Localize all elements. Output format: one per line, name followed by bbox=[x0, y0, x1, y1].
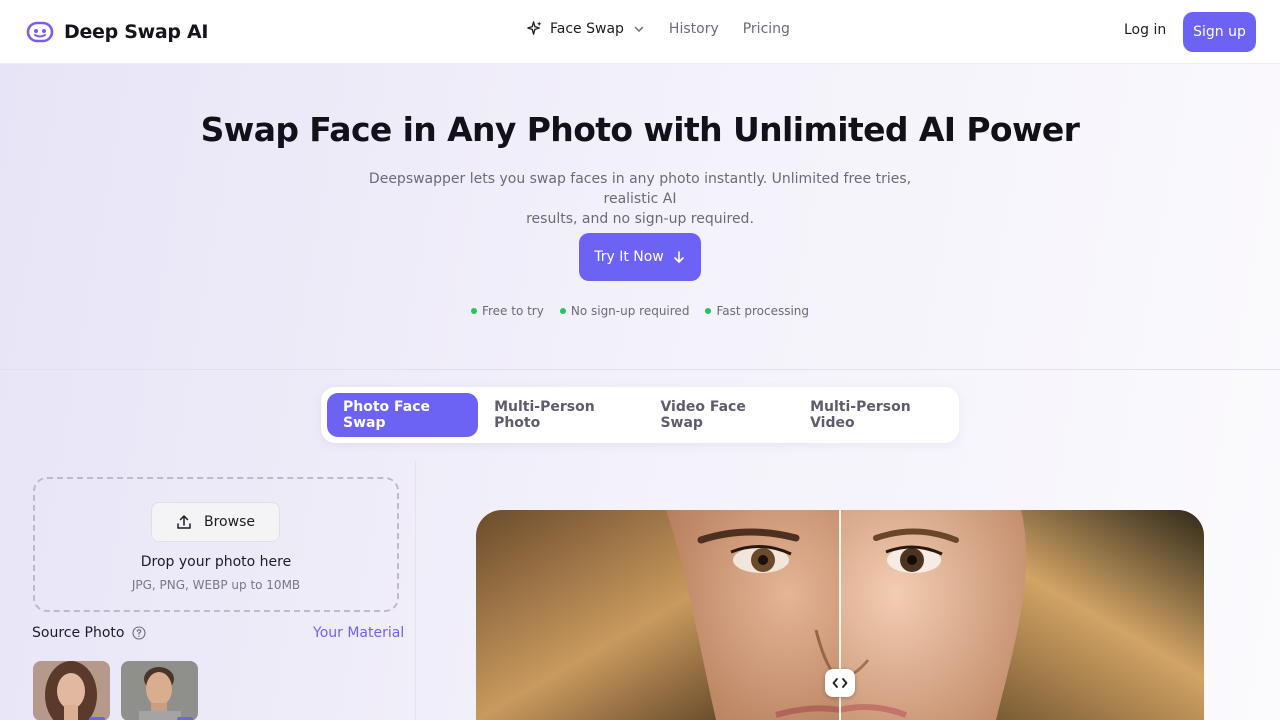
feature-list: Free to try No sign-up required Fast pro… bbox=[0, 304, 1280, 318]
man-portrait-image bbox=[121, 661, 198, 720]
woman-portrait-image bbox=[33, 661, 110, 720]
feature-label: Free to try bbox=[481, 304, 544, 318]
hero-subtitle-line-1: Deepswapper lets you swap faces in any p… bbox=[368, 171, 912, 207]
hero-subtitle-line-2: results, and no sign-up required. bbox=[526, 211, 754, 227]
hero-title: Swap Face in Any Photo with Unlimited AI… bbox=[200, 110, 1080, 149]
nav-face-swap-label: Face Swap bbox=[550, 20, 624, 37]
browse-label: Browse bbox=[204, 514, 255, 530]
brand-logo[interactable]: Deep Swap AI bbox=[26, 18, 209, 46]
status-dot-icon bbox=[470, 308, 477, 314]
your-material-link[interactable]: Your Material bbox=[313, 625, 404, 641]
mode-tabs: Photo Face Swap Multi-Person Photo Video… bbox=[321, 387, 959, 443]
nav-pricing[interactable]: Pricing bbox=[743, 21, 790, 37]
tab-video-face-swap[interactable]: Video Face Swap bbox=[644, 393, 794, 437]
upload-icon bbox=[177, 515, 191, 529]
brand-name: Deep Swap AI bbox=[64, 21, 209, 43]
status-dot-icon bbox=[559, 308, 566, 314]
drop-hint: JPG, PNG, WEBP up to 10MB bbox=[131, 578, 301, 592]
signup-button[interactable]: Sign up bbox=[1183, 12, 1256, 52]
chevrons-left-right-icon bbox=[832, 678, 848, 688]
tab-multi-person-photo[interactable]: Multi-Person Photo bbox=[478, 393, 644, 437]
status-dot-icon bbox=[705, 308, 712, 314]
browse-button[interactable]: Browse bbox=[151, 502, 280, 542]
source-photo-label: Source Photo bbox=[32, 625, 125, 641]
tab-photo-face-swap[interactable]: Photo Face Swap bbox=[327, 393, 479, 437]
top-nav-bar: Deep Swap AI Face Swap History Pricing L… bbox=[0, 0, 1280, 64]
nav-history[interactable]: History bbox=[669, 21, 719, 37]
feature-item: Free to try bbox=[470, 304, 544, 318]
drop-title: Drop your photo here bbox=[140, 554, 292, 570]
source-photo-thumbnail[interactable] bbox=[33, 661, 110, 720]
sparkle-icon bbox=[527, 21, 542, 35]
try-it-now-label: Try It Now bbox=[594, 249, 664, 265]
hero-subtitle: Deepswapper lets you swap faces in any p… bbox=[350, 169, 930, 229]
main-nav: Face Swap History Pricing bbox=[526, 20, 814, 37]
feature-item: Fast processing bbox=[705, 304, 809, 318]
login-link[interactable]: Log in bbox=[1124, 22, 1166, 38]
logo-icon bbox=[26, 21, 54, 43]
source-photo-heading: Source Photo bbox=[32, 625, 147, 641]
arrow-down-icon bbox=[673, 251, 684, 263]
section-divider bbox=[0, 369, 1280, 370]
feature-label: Fast processing bbox=[716, 304, 810, 318]
try-it-now-button[interactable]: Try It Now bbox=[579, 233, 701, 281]
compare-slider-handle[interactable] bbox=[825, 669, 855, 697]
feature-label: No sign-up required bbox=[570, 304, 690, 318]
nav-face-swap[interactable]: Face Swap bbox=[526, 20, 645, 37]
source-photo-thumbnail[interactable] bbox=[121, 661, 198, 720]
chevron-down-icon bbox=[634, 26, 644, 32]
feature-item: No sign-up required bbox=[559, 304, 690, 318]
help-icon[interactable] bbox=[132, 626, 147, 640]
tab-multi-person-video[interactable]: Multi-Person Video bbox=[794, 393, 959, 437]
